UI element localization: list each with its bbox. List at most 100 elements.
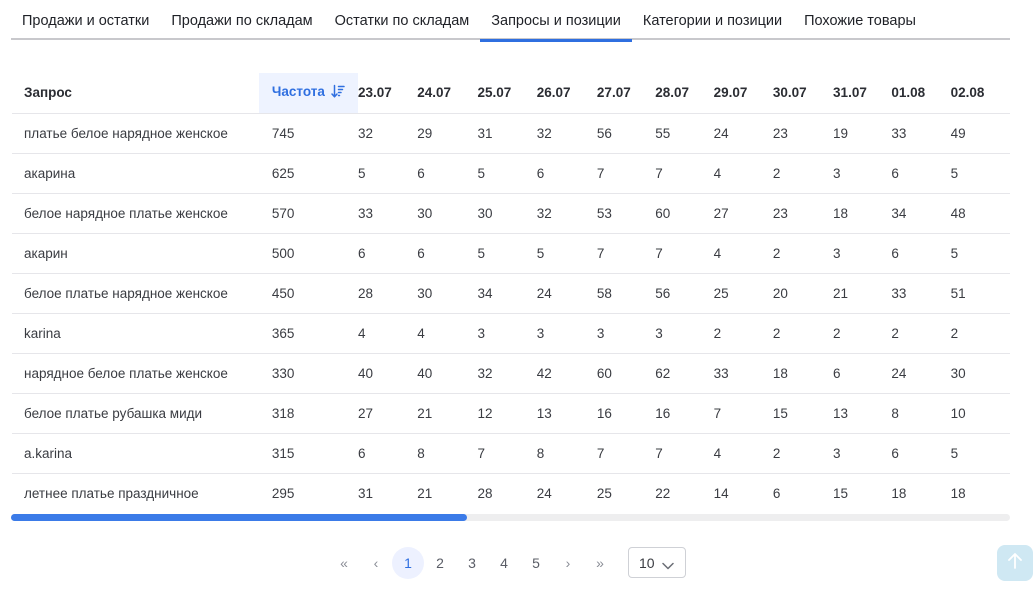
date-value-cell: 42 [536,353,597,394]
column-header-date[interactable]: 01.08 [891,73,951,114]
date-value-cell: 6 [417,153,478,194]
date-value-cell: 33 [357,193,418,234]
tab-categories-positions[interactable]: Категории и позиции [632,0,793,40]
chevron-down-icon [662,557,674,573]
column-header-date[interactable]: 28.07 [655,73,714,114]
date-value-cell: 2 [891,313,951,354]
tab-queries-positions[interactable]: Запросы и позиции [480,0,632,42]
column-header-date[interactable]: 25.07 [477,73,537,114]
page-button-2[interactable]: 2 [424,547,456,579]
tab-sales-stock[interactable]: Продажи и остатки [11,0,160,40]
last-page-button[interactable]: » [584,547,616,579]
table-row[interactable]: акарин 500 6 6 5 5 7 7 4 2 3 6 5 [12,233,1010,274]
table-row[interactable]: белое платье рубашка миди 318 27 21 12 13 16 16… [12,393,1010,434]
date-value-cell: 32 [357,113,418,154]
date-value-cell: 3 [833,153,892,194]
date-value-cell: 4 [417,313,478,354]
date-value-cell: 6 [891,233,951,274]
column-header-date[interactable]: 23.07 [357,73,418,114]
date-value-cell: 29 [417,113,478,154]
table-row[interactable]: летнее платье праздничное 295 31 21 28 24 25 22… [12,473,1010,513]
date-value-cell: 30 [417,193,478,234]
page-button-5[interactable]: 5 [520,547,552,579]
date-value-cell: 21 [833,273,892,314]
date-value-cell: 21 [417,393,478,434]
table-row[interactable]: a.karina 315 6 8 7 8 7 7 4 2 3 6 5 [12,433,1010,474]
sort-desc-icon[interactable] [331,84,345,102]
date-value-cell: 5 [950,153,1010,194]
page-size-select[interactable]: 10 [628,547,686,578]
date-value-cell: 19 [833,113,892,154]
queries-table: Запрос Частота 23.07 24.07 25.07 26.07 27.07… [12,73,1010,513]
date-value-cell: 3 [536,313,597,354]
table-row[interactable]: белое нарядное платье женское 570 33 30 30 32… [12,193,1010,234]
page-button-4[interactable]: 4 [488,547,520,579]
date-value-cell: 18 [833,193,892,234]
column-header-frequency[interactable]: Частота [258,73,358,114]
table-row[interactable]: платье белое нарядное женское 745 32 29 31 32… [12,113,1010,154]
date-value-cell: 24 [713,113,773,154]
date-value-cell: 6 [891,433,951,474]
date-value-cell: 33 [713,353,773,394]
frequency-cell: 330 [258,353,358,394]
frequency-cell: 295 [258,473,358,513]
date-value-cell: 5 [357,153,418,194]
date-value-cell: 30 [417,273,478,314]
frequency-cell: 500 [258,233,358,274]
table-row[interactable]: нарядное белое платье женское 330 40 40 32 42… [12,353,1010,394]
page-button-3[interactable]: 3 [456,547,488,579]
date-value-cell: 24 [891,353,951,394]
date-value-cell: 3 [596,313,656,354]
table-row[interactable]: белое платье нарядное женское 450 28 30 34 24… [12,273,1010,314]
date-value-cell: 60 [655,193,714,234]
date-value-cell: 5 [950,433,1010,474]
date-value-cell: 27 [713,193,773,234]
next-page-button[interactable]: › [552,547,584,579]
date-value-cell: 32 [536,113,597,154]
column-header-date[interactable]: 30.07 [772,73,834,114]
date-value-cell: 7 [655,233,714,274]
date-value-cell: 7 [596,233,656,274]
date-value-cell: 24 [536,473,597,513]
date-value-cell: 4 [357,313,418,354]
table-row[interactable]: karina 365 4 4 3 3 3 3 2 2 2 2 2 [12,313,1010,354]
query-cell: платье белое нарядное женское [12,113,259,154]
page-button-1[interactable]: 1 [392,546,424,579]
tab-bar: Продажи и остатки Продажи по складам Ост… [11,0,1010,42]
frequency-cell: 745 [258,113,358,154]
scroll-to-top-button[interactable] [997,545,1033,581]
prev-page-button[interactable]: ‹ [360,547,392,579]
date-value-cell: 15 [772,393,834,434]
date-value-cell: 2 [950,313,1010,354]
column-header-date[interactable]: 31.07 [833,73,892,114]
first-page-button[interactable]: « [328,547,360,579]
date-value-cell: 3 [833,233,892,274]
date-value-cell: 34 [891,193,951,234]
scrollbar-thumb[interactable] [11,514,467,521]
tab-similar-products[interactable]: Похожие товары [793,0,927,40]
frequency-cell: 318 [258,393,358,434]
column-header-query[interactable]: Запрос [12,73,259,114]
tab-stock-by-warehouse[interactable]: Остатки по складам [324,0,481,40]
horizontal-scrollbar[interactable] [11,514,1010,521]
date-value-cell: 5 [536,233,597,274]
date-value-cell: 31 [477,113,537,154]
column-header-date[interactable]: 24.07 [417,73,478,114]
date-value-cell: 2 [772,433,834,474]
date-value-cell: 6 [833,353,892,394]
table-row[interactable]: акарина 625 5 6 5 6 7 7 4 2 3 6 5 [12,153,1010,194]
date-value-cell: 22 [655,473,714,513]
date-value-cell: 7 [655,433,714,474]
frequency-cell: 570 [258,193,358,234]
column-header-date[interactable]: 26.07 [536,73,597,114]
column-header-date[interactable]: 29.07 [713,73,773,114]
query-cell: белое платье нарядное женское [12,273,259,314]
date-value-cell: 16 [655,393,714,434]
date-value-cell: 31 [357,473,418,513]
tab-sales-by-warehouse[interactable]: Продажи по складам [160,0,323,40]
column-header-date[interactable]: 27.07 [596,73,656,114]
date-value-cell: 3 [833,433,892,474]
date-value-cell: 6 [357,433,418,474]
date-value-cell: 56 [655,273,714,314]
column-header-date[interactable]: 02.08 [950,73,1010,114]
